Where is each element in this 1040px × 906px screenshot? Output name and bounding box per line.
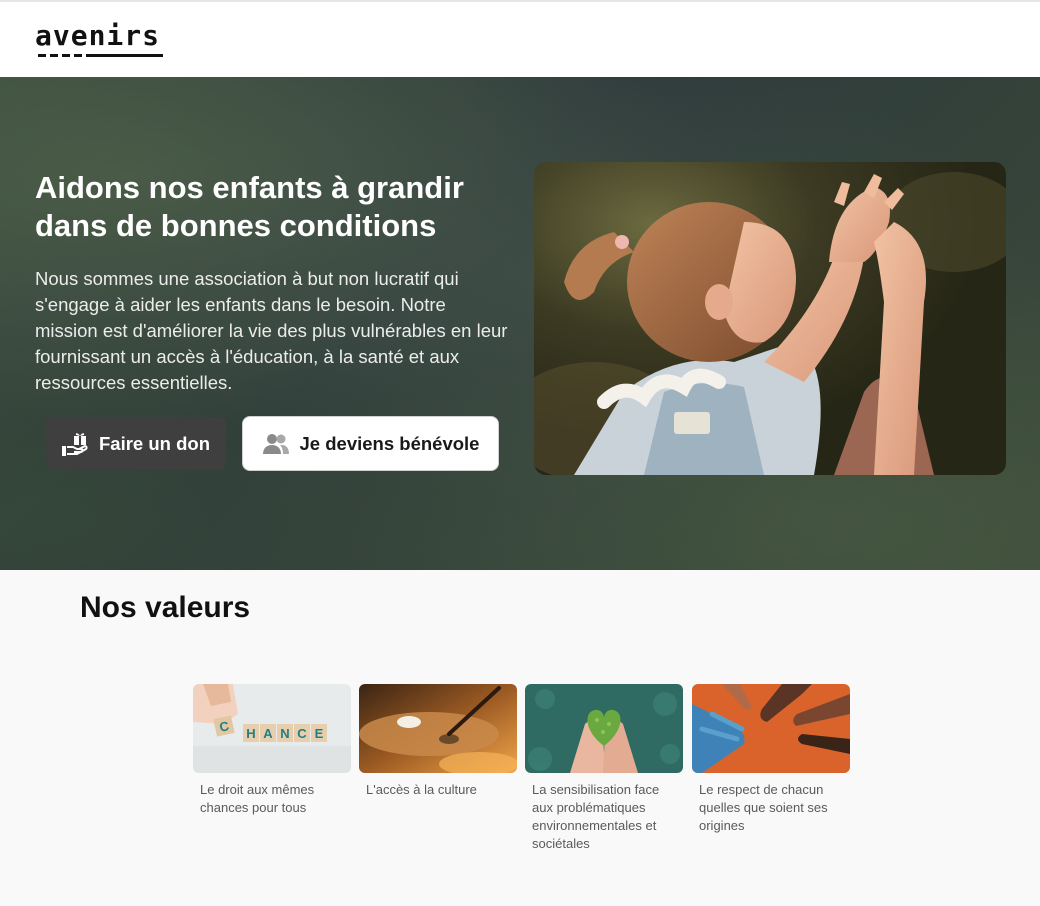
chance-block-letter-c2: C [297,726,307,741]
chance-blocks-image: C H A N C E [193,684,351,773]
logo[interactable]: avenirs [35,20,160,52]
gift-hand-icon [61,430,89,458]
hero-description: Nous sommes une association à but non lu… [35,268,508,393]
value-card-culture[interactable]: L'accès à la culture [359,684,517,799]
value-caption: L'accès à la culture [366,782,477,797]
donate-button[interactable]: Faire un don [45,417,226,470]
hero-child-photo [534,162,1006,475]
value-card-chances[interactable]: C H A N C E Le droit aux mêmes chances p… [193,684,351,817]
values-title: Nos valeurs [80,591,251,624]
value-caption: Le respect de chacun quelles que soient … [699,782,828,833]
value-card-environment[interactable]: La sensibilisation face aux problématiqu… [525,684,683,853]
value-caption: La sensibilisation face aux problématiqu… [532,782,660,851]
diverse-hands-image [692,684,850,773]
paint-palette-image [359,684,517,773]
volunteer-button[interactable]: Je deviens bénévole [242,416,499,471]
donate-label: Faire un don [99,432,210,454]
hands-moss-heart-image [525,684,683,773]
users-icon [262,432,290,456]
chance-block-letter-n: N [280,726,289,741]
site-header: avenirs [0,0,1040,77]
hero-section: Aidons nos enfants à grandir dans de bon… [0,77,1040,570]
chance-block-letter-a: A [263,726,273,741]
value-caption: Le droit aux mêmes chances pour tous [200,782,315,815]
volunteer-label: Je deviens bénévole [299,432,480,454]
chance-block-letter-e: E [315,726,324,741]
value-card-respect[interactable]: Le respect de chacun quelles que soient … [692,684,850,835]
logo-underline [38,54,163,58]
hero-title: Aidons nos enfants à grandir dans de bon… [35,170,464,243]
chance-block-letter-h: H [246,726,255,741]
